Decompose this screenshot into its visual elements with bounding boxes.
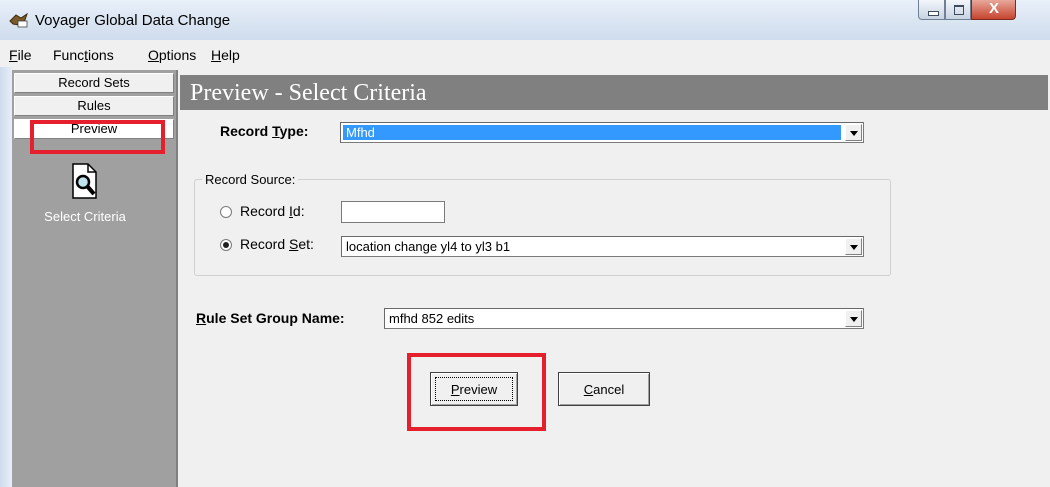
close-button[interactable]: X [971, 0, 1016, 20]
minimize-button[interactable] [918, 0, 945, 20]
cancel-button-label-rest: ancel [593, 382, 625, 397]
record-set-label-mnemonic: S [289, 236, 299, 252]
cancel-button-label: Cancel [584, 382, 624, 397]
menu-options-mnemonic: O [148, 47, 159, 63]
title-bar: Voyager Global Data Change X [0, 0, 1050, 40]
chevron-down-icon[interactable] [845, 310, 862, 327]
sidebar-tab-record-sets[interactable]: Record Sets [14, 73, 174, 93]
record-id-label-pre: Record [240, 203, 290, 219]
menu-help-label: elp [221, 47, 240, 63]
record-source-legend: Record Source: [202, 172, 299, 187]
menu-help[interactable]: Help [211, 47, 240, 63]
menu-file-mnemonic: F [9, 47, 18, 63]
highlight-preview-tab [30, 120, 165, 154]
menu-help-mnemonic: H [211, 47, 222, 63]
record-type-label: Record Type: [220, 123, 308, 139]
main-panel: Preview - Select Criteria Record Type: M… [178, 70, 1050, 487]
close-icon: X [989, 0, 1000, 17]
minimize-icon [928, 11, 939, 16]
record-id-label-rest: d: [292, 203, 305, 219]
record-type-label-pre: Record [220, 123, 273, 139]
window-title: Voyager Global Data Change [35, 12, 231, 29]
record-set-value: location change yl4 to yl3 b1 [346, 239, 511, 254]
rule-set-group-label-mnemonic: R [196, 310, 207, 326]
chevron-down-icon[interactable] [845, 238, 862, 255]
menu-bar: File Functions Options Help [0, 42, 1050, 67]
record-set-select[interactable]: location change yl4 to yl3 b1 [341, 236, 864, 257]
menu-options[interactable]: Options [148, 47, 196, 63]
record-set-radio[interactable] [220, 239, 232, 251]
menu-file-label: ile [17, 47, 32, 63]
window-frame-left [0, 67, 12, 487]
rule-set-group-label: Rule Set Group Name: [196, 310, 345, 326]
record-set-label-rest: et: [298, 236, 314, 252]
record-id-input[interactable] [341, 201, 445, 223]
record-type-label-rest: ype: [279, 123, 309, 139]
record-type-value: Mfhd [343, 125, 841, 140]
chevron-down-icon[interactable] [845, 124, 862, 141]
menu-functions-label-pre: Func [53, 47, 85, 63]
highlight-preview-button [407, 353, 546, 431]
cancel-button-mnemonic: C [583, 382, 594, 397]
menu-options-label: ptions [158, 47, 197, 63]
menu-functions-label: ions [88, 47, 114, 63]
record-set-label-pre: Record [240, 236, 290, 252]
record-source-group [194, 179, 891, 276]
menu-file[interactable]: File [9, 47, 32, 63]
rule-set-group-label-rest: ule Set Group Name: [206, 310, 345, 326]
record-id-label: Record Id: [240, 203, 305, 219]
maximize-button[interactable] [945, 0, 971, 20]
sidebar-item-select-criteria[interactable]: Select Criteria [12, 209, 158, 224]
record-type-select[interactable]: Mfhd [340, 122, 864, 143]
record-type-label-mnemonic: T [272, 123, 280, 139]
maximize-icon [954, 5, 964, 15]
record-set-label: Record Set: [240, 236, 314, 252]
record-id-radio[interactable] [220, 206, 232, 218]
page-header: Preview - Select Criteria [180, 75, 1048, 110]
cancel-button[interactable]: Cancel [558, 372, 650, 406]
menu-functions[interactable]: Functions [53, 47, 114, 63]
page-title: Preview - Select Criteria [190, 80, 427, 106]
rule-set-group-select[interactable]: mfhd 852 edits [384, 308, 864, 329]
sidebar-tab-rules[interactable]: Rules [14, 96, 174, 116]
rule-set-group-value: mfhd 852 edits [389, 311, 475, 326]
app-icon [9, 12, 28, 28]
magnifier-document-icon[interactable] [70, 162, 100, 200]
